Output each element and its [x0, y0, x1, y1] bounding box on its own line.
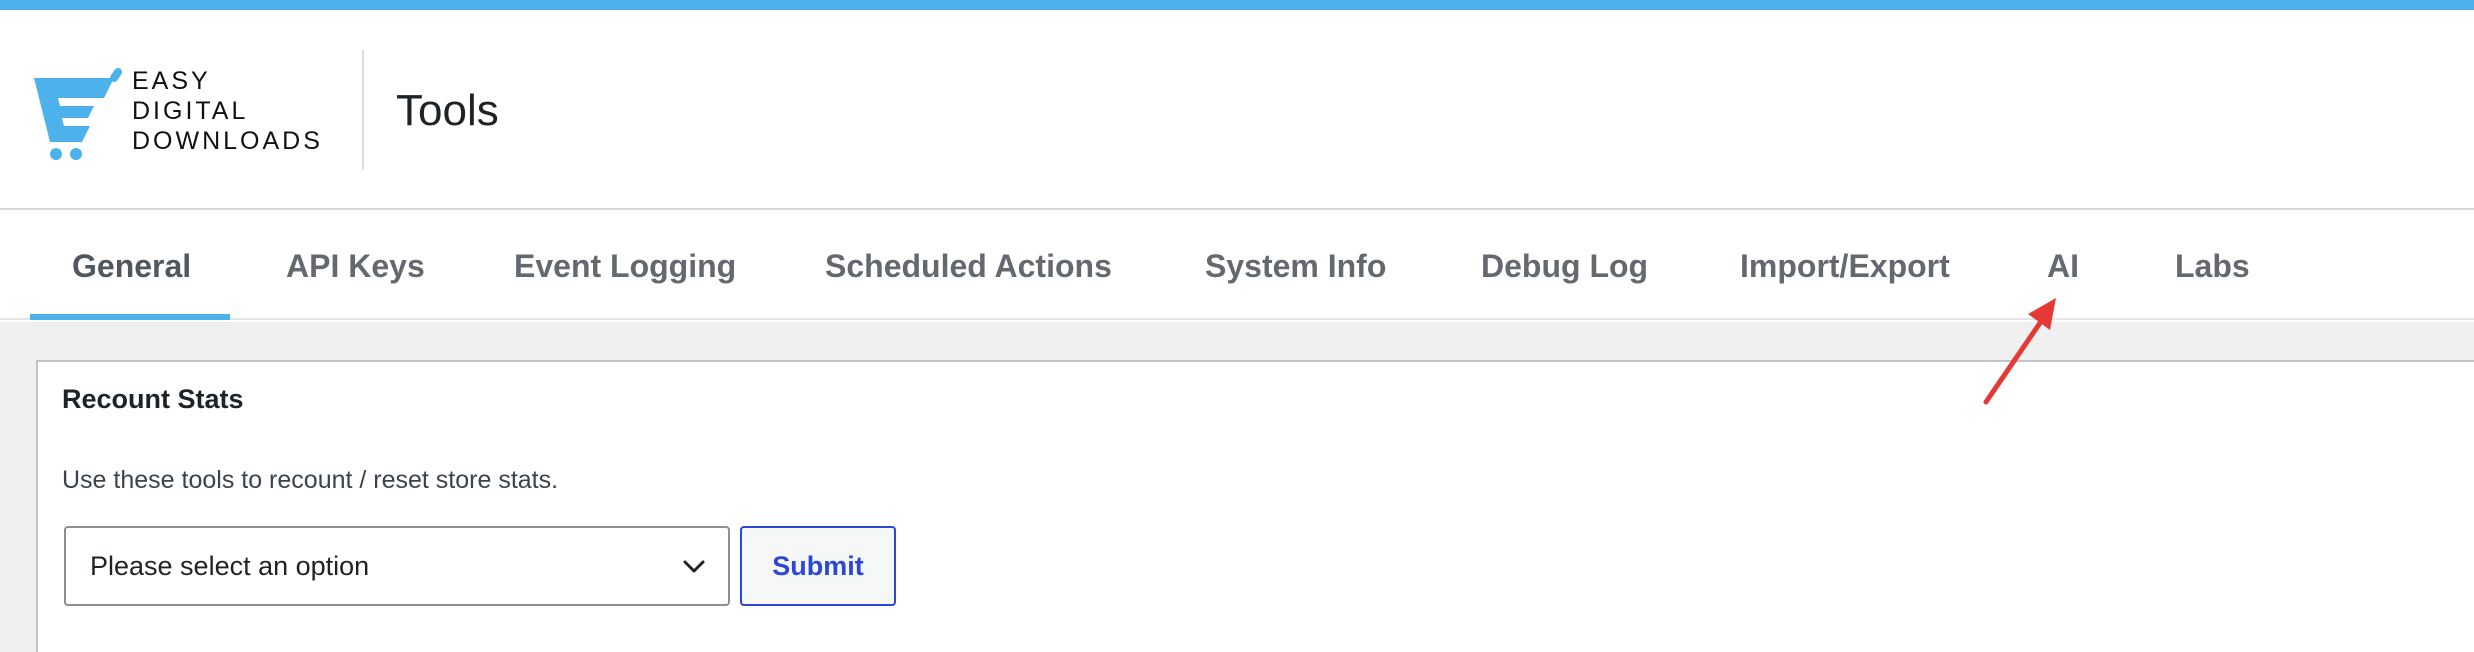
- brand-line-2: DIGITAL: [132, 97, 249, 125]
- header-divider: [362, 50, 364, 170]
- tab-scheduled-actions[interactable]: Scheduled Actions: [825, 212, 1112, 320]
- edd-cart-logo-icon: [34, 68, 122, 160]
- recount-stats-panel: Recount Stats Use these tools to recount…: [36, 360, 2474, 652]
- red-arrow-icon: [1983, 298, 2056, 405]
- tools-tab-bar: General API Keys Event Logging Scheduled…: [0, 212, 2474, 320]
- recount-option-select[interactable]: Please select an option: [64, 526, 730, 606]
- tab-general[interactable]: General: [72, 212, 191, 320]
- page-header: EASY DIGITAL DOWNLOADS Tools: [0, 10, 2474, 210]
- brand-name: EASY DIGITAL DOWNLOADS: [132, 66, 352, 156]
- active-tab-indicator: [30, 314, 230, 320]
- top-accent-bar: [0, 0, 2474, 10]
- tab-event-logging[interactable]: Event Logging: [514, 212, 736, 320]
- tab-import-export[interactable]: Import/Export: [1740, 212, 1950, 320]
- main-content: Recount Stats Use these tools to recount…: [0, 322, 2474, 652]
- tab-system-info[interactable]: System Info: [1205, 212, 1386, 320]
- tab-api-keys[interactable]: API Keys: [286, 212, 425, 320]
- submit-button[interactable]: Submit: [740, 526, 896, 606]
- page-title: Tools: [396, 86, 499, 135]
- panel-title: Recount Stats: [62, 384, 244, 414]
- panel-description: Use these tools to recount / reset store…: [62, 466, 559, 494]
- brand-line-3: DOWNLOADS: [132, 127, 323, 155]
- chevron-down-icon: [683, 560, 705, 573]
- brand-line-1: EASY: [132, 67, 211, 95]
- tab-labs[interactable]: Labs: [2175, 212, 2250, 320]
- select-value: Please select an option: [90, 551, 370, 581]
- tab-debug-log[interactable]: Debug Log: [1481, 212, 1648, 320]
